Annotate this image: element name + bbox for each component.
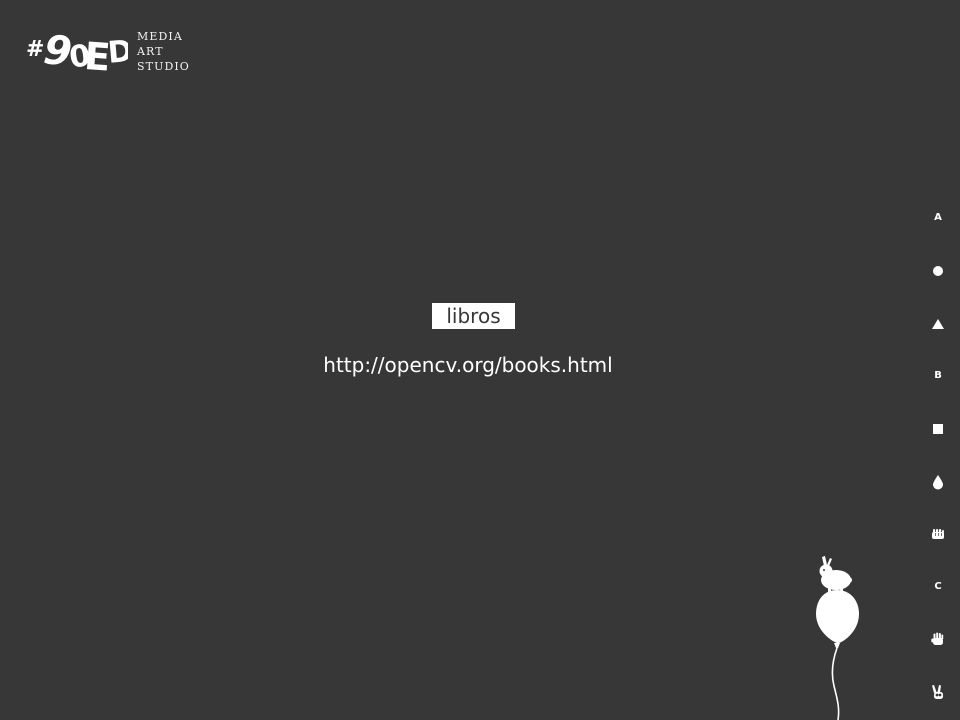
open-hand-icon: [931, 632, 944, 645]
logo-tagline-line: MEDIA: [137, 30, 183, 43]
nav-item-c[interactable]: C: [926, 575, 950, 599]
rabbit-on-balloon-icon: [816, 556, 859, 720]
nav-item-circle[interactable]: [926, 259, 950, 283]
logo-mark: # 9 0 E D: [26, 27, 128, 77]
square-icon: [933, 424, 943, 434]
category-tag: libros: [432, 303, 515, 329]
nav-item-a[interactable]: A: [926, 206, 950, 230]
letter-a-icon: A: [934, 212, 942, 223]
nav-item-triangle[interactable]: [926, 312, 950, 336]
letter-b-icon: B: [934, 370, 942, 381]
fist-icon: [932, 529, 944, 539]
peace-hand-icon: [932, 685, 943, 699]
triangle-icon: [932, 319, 944, 329]
logo-link[interactable]: # 9 0 E D MEDIA ART STUDIO: [26, 27, 201, 79]
side-nav: A B C: [926, 206, 950, 716]
nav-item-square[interactable]: [926, 417, 950, 441]
svg-text:D: D: [106, 34, 128, 71]
logo-tagline-line: ART: [137, 45, 164, 58]
logo-tagline-line: STUDIO: [137, 60, 190, 73]
logo-hash: #: [26, 37, 44, 62]
logo-tagline: MEDIA ART STUDIO: [137, 29, 190, 74]
nav-item-open-hand[interactable]: [926, 627, 950, 651]
resource-link[interactable]: http://opencv.org/books.html: [250, 351, 686, 379]
letter-c-icon: C: [934, 581, 942, 592]
drop-icon: [933, 475, 943, 490]
nav-item-peace-hand[interactable]: [926, 680, 950, 704]
nav-item-b[interactable]: B: [926, 364, 950, 388]
nav-item-fist[interactable]: [926, 522, 950, 546]
circle-icon: [933, 266, 943, 276]
nav-item-drop[interactable]: [926, 470, 950, 494]
